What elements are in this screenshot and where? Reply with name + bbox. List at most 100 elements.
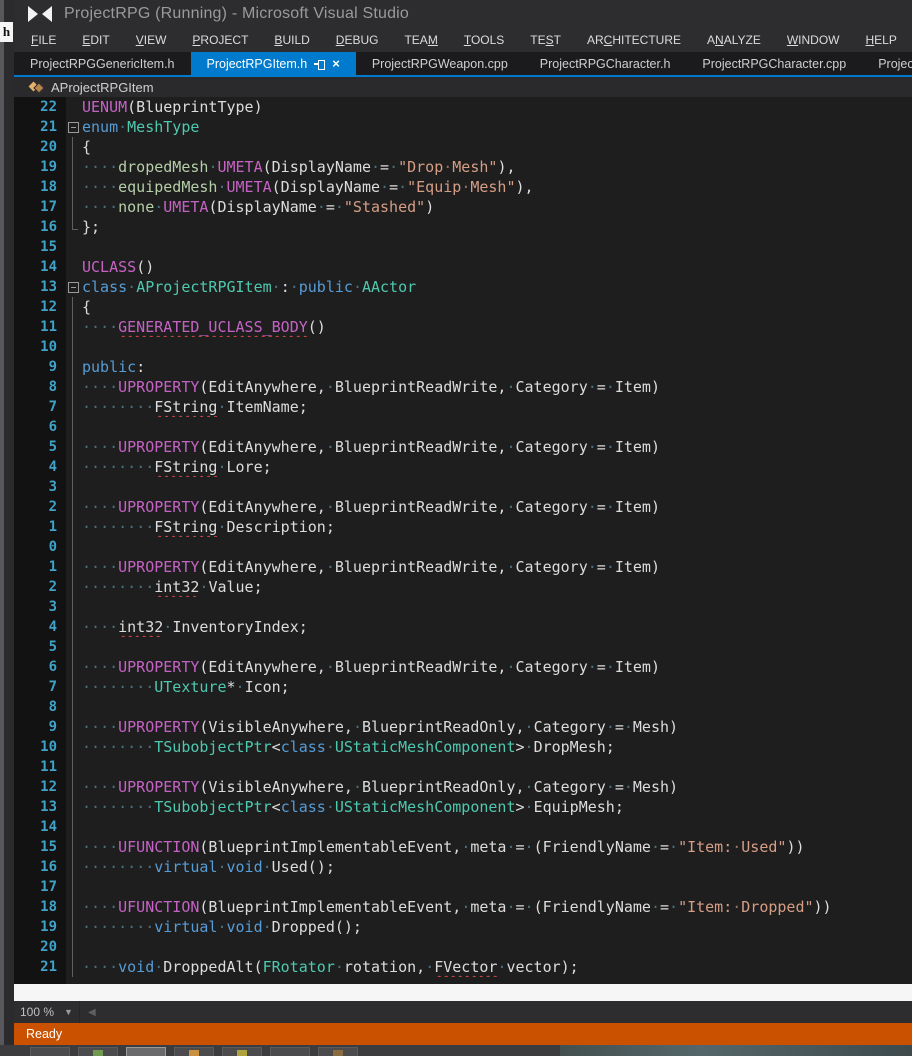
line-number: 18 [14, 897, 66, 917]
line-number: 1 [14, 557, 66, 577]
code-line: 19····dropedMesh·UMETA(DisplayName·=·"Dr… [14, 157, 912, 177]
background-window-strip [4, 0, 14, 1045]
code-text: ····void·DroppedAlt(FRotator·rotation,·F… [82, 957, 912, 977]
outline-margin [66, 137, 82, 157]
screen: h ProjectRPG (Running) - Microsoft Visua… [0, 0, 912, 1056]
line-number: 1 [14, 517, 66, 537]
code-line: 9····UPROPERTY(VisibleAnywhere,·Blueprin… [14, 717, 912, 737]
code-text: class·AProjectRPGItem·:·public·AActor [82, 277, 912, 297]
line-number: 0 [14, 537, 66, 557]
outline-margin [66, 737, 82, 757]
line-number: 4 [14, 457, 66, 477]
background-window-fragment: h [0, 22, 13, 42]
line-number: 12 [14, 297, 66, 317]
horizontal-scrollbar[interactable] [100, 1001, 912, 1023]
code-text: { [82, 137, 912, 157]
menu-item-project[interactable]: PROJECT [179, 29, 261, 51]
menu-item-edit[interactable]: EDIT [69, 29, 122, 51]
code-text: ········FString·ItemName; [82, 397, 912, 417]
outline-margin [66, 657, 82, 677]
status-text: Ready [26, 1027, 62, 1041]
window-title: ProjectRPG (Running) - Microsoft Visual … [64, 5, 409, 23]
code-text: ········TSubobjectPtr<class·UStaticMeshC… [82, 797, 912, 817]
document-tab-bar: ProjectRPGGenericItem.hProjectRPGItem.h×… [14, 52, 912, 77]
code-line: 11····GENERATED_UCLASS_BODY() [14, 317, 912, 337]
code-text [82, 337, 912, 357]
code-text: ····UPROPERTY(VisibleAnywhere,·Blueprint… [82, 717, 912, 737]
collapse-region-icon[interactable] [66, 277, 82, 297]
outline-margin [66, 577, 82, 597]
taskbar-icon[interactable] [174, 1047, 214, 1056]
breadcrumb[interactable]: AProjectRPGItem [14, 77, 912, 97]
taskbar-icon[interactable] [270, 1047, 310, 1056]
menu-item-tools[interactable]: TOOLS [451, 29, 517, 51]
outline-margin [66, 377, 82, 397]
close-icon[interactable]: × [332, 58, 340, 69]
code-line: 0 [14, 537, 912, 557]
code-text: ········virtual·void·Dropped(); [82, 917, 912, 937]
collapse-region-icon[interactable] [66, 117, 82, 137]
tab-projectrpgweapon.cpp[interactable]: ProjectRPGWeapon.cpp [356, 52, 524, 75]
code-line: 21enum·MeshType [14, 117, 912, 137]
line-number: 6 [14, 417, 66, 437]
code-line: 13········TSubobjectPtr<class·UStaticMes… [14, 797, 912, 817]
code-line: 6 [14, 417, 912, 437]
taskbar-icon[interactable] [318, 1047, 358, 1056]
menu-item-file[interactable]: FILE [18, 29, 69, 51]
line-number: 2 [14, 497, 66, 517]
code-editor[interactable]: 22UENUM(BlueprintType)21enum·MeshType20{… [14, 97, 912, 984]
zoom-level-value: 100 % [20, 1005, 54, 1019]
code-text: ····UPROPERTY(EditAnywhere,·BlueprintRea… [82, 437, 912, 457]
line-number: 5 [14, 637, 66, 657]
outline-margin [66, 877, 82, 897]
code-line: 2····UPROPERTY(EditAnywhere,·BlueprintRe… [14, 497, 912, 517]
line-number: 16 [14, 857, 66, 877]
code-line: 17····none·UMETA(DisplayName·=·"Stashed"… [14, 197, 912, 217]
code-line: 8····UPROPERTY(EditAnywhere,·BlueprintRe… [14, 377, 912, 397]
tab-projectrpg[interactable]: ProjectRPG [862, 52, 912, 75]
outline-margin [66, 237, 82, 257]
code-line: 11 [14, 757, 912, 777]
code-line: 12····UPROPERTY(VisibleAnywhere,·Bluepri… [14, 777, 912, 797]
line-number: 12 [14, 777, 66, 797]
code-line: 20 [14, 937, 912, 957]
outline-margin [66, 437, 82, 457]
menu-item-architecture[interactable]: ARCHITECTURE [574, 29, 694, 51]
line-number: 21 [14, 117, 66, 137]
menu-item-window[interactable]: WINDOW [774, 29, 853, 51]
pin-icon[interactable] [314, 58, 325, 69]
menu-item-help[interactable]: HELP [852, 29, 909, 51]
tab-projectrpggenericitem.h[interactable]: ProjectRPGGenericItem.h [14, 52, 191, 75]
line-number: 4 [14, 617, 66, 637]
menu-item-analyze[interactable]: ANALYZE [694, 29, 774, 51]
tab-projectrpgcharacter.h[interactable]: ProjectRPGCharacter.h [524, 52, 687, 75]
taskbar-icon[interactable] [222, 1047, 262, 1056]
taskbar-icon[interactable] [126, 1047, 166, 1056]
scrollbar-left-arrow-icon[interactable]: ◀ [84, 1007, 100, 1018]
line-number: 20 [14, 137, 66, 157]
menu-item-debug[interactable]: DEBUG [323, 29, 392, 51]
code-line: 7········FString·ItemName; [14, 397, 912, 417]
menu-item-team[interactable]: TEAM [391, 29, 450, 51]
menu-item-test[interactable]: TEST [517, 29, 574, 51]
title-bar[interactable]: ProjectRPG (Running) - Microsoft Visual … [14, 0, 912, 28]
tab-projectrpgitem.h[interactable]: ProjectRPGItem.h× [191, 52, 356, 75]
outline-margin [66, 897, 82, 917]
outline-margin [66, 157, 82, 177]
taskbar-icon[interactable] [78, 1047, 118, 1056]
taskbar-icon[interactable] [30, 1047, 70, 1056]
code-line: 15 [14, 237, 912, 257]
tab-projectrpgcharacter.cpp[interactable]: ProjectRPGCharacter.cpp [686, 52, 862, 75]
outline-margin [66, 497, 82, 517]
outline-margin [66, 957, 82, 977]
code-line: 16········virtual·void·Used(); [14, 857, 912, 877]
line-number: 22 [14, 97, 66, 117]
code-line: 17 [14, 877, 912, 897]
line-number: 11 [14, 317, 66, 337]
line-number: 13 [14, 277, 66, 297]
menu-item-view[interactable]: VIEW [123, 29, 180, 51]
tab-label: ProjectRPG [878, 57, 912, 71]
line-number: 6 [14, 657, 66, 677]
menu-item-build[interactable]: BUILD [261, 29, 322, 51]
zoom-level-select[interactable]: 100 % ▼ [14, 1001, 79, 1023]
